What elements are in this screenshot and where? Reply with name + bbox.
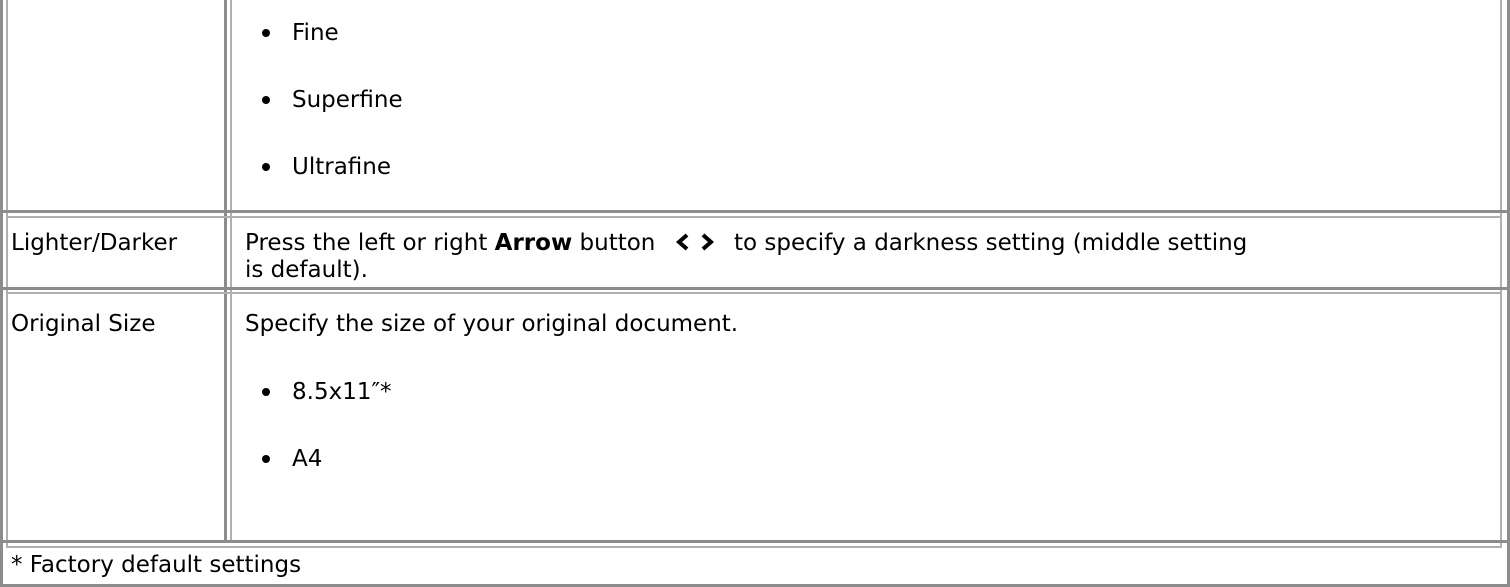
row-separator-3 [0, 540, 1510, 543]
option-a4: A4 [292, 446, 323, 472]
column-divider [224, 0, 227, 540]
arrow-keyword: Arrow [494, 230, 573, 256]
row-separator-1-inner [6, 216, 1502, 218]
bullet [262, 29, 270, 37]
arrow-right-icon [701, 233, 714, 251]
column-divider-inner [230, 0, 232, 540]
table-border-left [0, 0, 3, 587]
bullet [262, 163, 270, 171]
table-border-left-inner [6, 0, 8, 546]
option-letter: 8.5x11″* [292, 379, 392, 405]
table-border-right-inner [1500, 0, 1502, 546]
row-separator-2-inner [6, 292, 1502, 294]
desc-part2: button [572, 230, 656, 256]
option-ultrafine: Ultrafine [292, 154, 392, 180]
row-label-lighter-darker: Lighter/Darker [11, 230, 178, 256]
bullet [262, 388, 270, 396]
arrow-left-icon [675, 233, 689, 251]
desc-part3: to specify a darkness setting (middle se… [726, 230, 1248, 256]
row-desc-lighter-darker: Press the left or right Arrow button to … [245, 229, 1247, 257]
desc-part1: Press the left or right [245, 230, 495, 256]
row-label-original-size: Original Size [11, 311, 156, 337]
row-separator-2 [0, 287, 1510, 290]
arrow-buttons-icon [675, 233, 714, 251]
option-fine: Fine [292, 20, 339, 46]
option-superfine: Superfine [292, 87, 403, 113]
bullet [262, 96, 270, 104]
bullet [262, 455, 270, 463]
settings-table: Fine Superfine Ultrafine Lighter/Darker … [0, 0, 1510, 587]
footnote: * Factory default settings [11, 552, 302, 578]
row-separator-3-inner [6, 546, 1502, 548]
row-separator-1 [0, 210, 1510, 213]
row-desc-original-size: Specify the size of your original docume… [245, 311, 739, 337]
row-desc-lighter-darker-line2: is default). [245, 257, 368, 283]
